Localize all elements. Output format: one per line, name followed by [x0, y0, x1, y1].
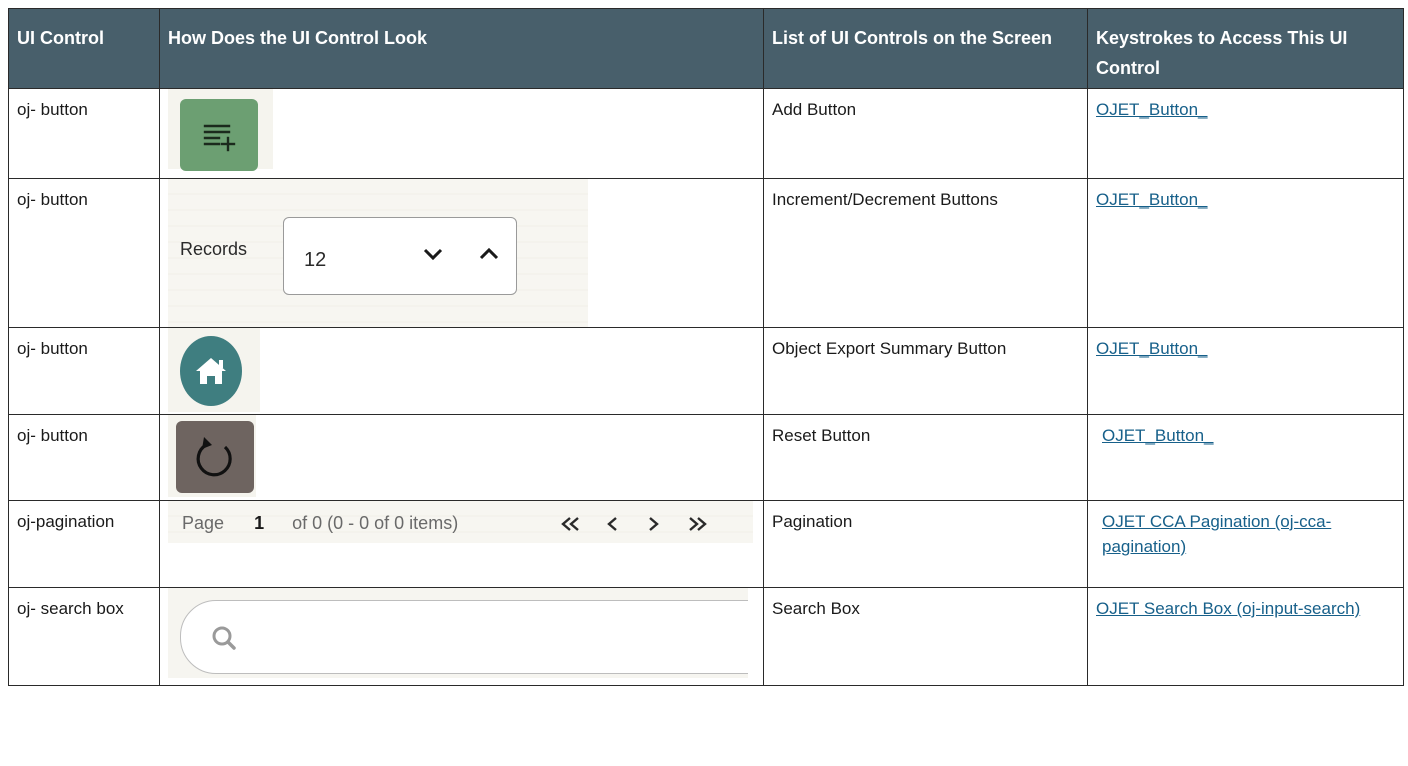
next-page-icon[interactable] — [646, 516, 660, 532]
add-button-snippet — [168, 89, 273, 171]
look-cell — [159, 88, 764, 179]
table-row: oj-pagination Page 1 of 0 (0 - 0 of 0 it… — [8, 500, 1404, 588]
table-row: oj- button Add Button OJET_Button_ — [8, 88, 1404, 179]
control-cell: oj- button — [8, 414, 160, 501]
reset-icon — [196, 437, 232, 477]
control-name-cell: Search Box — [763, 587, 1088, 686]
control-cell: oj- button — [8, 327, 160, 415]
object-export-summary-button[interactable] — [180, 336, 242, 406]
table-row: oj- search box Search Box OJET Search Bo… — [8, 587, 1404, 686]
ojet-button-link[interactable]: OJET_Button_ — [1096, 190, 1208, 209]
control-cell: oj- button — [8, 88, 160, 179]
keystroke-cell: OJET_Button_ — [1087, 88, 1404, 179]
table-row: oj- button Records 12 Increment/Decremen… — [8, 178, 1404, 328]
ui-controls-table: UI Control How Does the UI Control Look … — [8, 8, 1404, 686]
stepper-snippet: Records 12 — [168, 179, 588, 327]
page-summary: of 0 (0 - 0 of 0 items) — [292, 513, 459, 533]
search-input[interactable] — [180, 600, 748, 674]
home-icon — [196, 358, 226, 384]
header-keystrokes: Keystrokes to Access This UI Control — [1087, 8, 1404, 89]
control-name-cell: Pagination — [763, 500, 1088, 588]
records-stepper[interactable]: 12 — [283, 217, 517, 295]
control-name-cell: Reset Button — [763, 414, 1088, 501]
control-name-cell: Object Export Summary Button — [763, 327, 1088, 415]
pagination-text: Page 1 of 0 (0 - 0 of 0 items) — [182, 511, 458, 536]
pagination-snippet: Page 1 of 0 (0 - 0 of 0 items) — [168, 501, 753, 543]
header-row: UI Control How Does the UI Control Look … — [8, 8, 1404, 89]
control-cell: oj- search box — [8, 587, 160, 686]
table-row: oj- button Reset Button OJET_Button_ — [8, 414, 1404, 501]
first-page-icon[interactable] — [560, 516, 582, 532]
keystroke-cell: OJET_Button_ — [1087, 178, 1404, 328]
page-label: Page — [182, 513, 225, 533]
header-list: List of UI Controls on the Screen — [763, 8, 1088, 89]
previous-page-icon[interactable] — [606, 516, 620, 532]
look-cell — [159, 327, 764, 415]
control-cell: oj- button — [8, 178, 160, 328]
reset-button[interactable] — [176, 421, 254, 493]
ojet-pagination-link[interactable]: OJET CCA Pagination (oj-cca-pagination) — [1102, 512, 1331, 556]
keystroke-cell: OJET CCA Pagination (oj-cca-pagination) — [1087, 500, 1404, 588]
look-cell: Page 1 of 0 (0 - 0 of 0 items) — [159, 500, 764, 588]
keystroke-cell: OJET Search Box (oj-input-search) — [1087, 587, 1404, 686]
control-name-cell: Add Button — [763, 88, 1088, 179]
records-label: Records — [180, 239, 248, 259]
table-row: oj- button Object Export Summary Button … — [8, 327, 1404, 415]
ojet-button-link[interactable]: OJET_Button_ — [1096, 100, 1208, 119]
add-button[interactable] — [180, 99, 258, 171]
search-snippet — [168, 588, 748, 678]
ojet-search-box-link[interactable]: OJET Search Box (oj-input-search) — [1096, 599, 1360, 618]
look-cell — [159, 414, 764, 501]
add-list-icon — [203, 124, 236, 152]
chevron-down-icon[interactable] — [422, 246, 444, 262]
home-button-snippet — [168, 328, 260, 412]
ojet-button-link[interactable]: OJET_Button_ — [1102, 426, 1214, 445]
header-ui-control: UI Control — [8, 8, 160, 89]
control-cell: oj-pagination — [8, 500, 160, 588]
ojet-button-link[interactable]: OJET_Button_ — [1096, 339, 1208, 358]
control-name-cell: Increment/Decrement Buttons — [763, 178, 1088, 328]
keystroke-cell: OJET_Button_ — [1087, 327, 1404, 415]
last-page-icon[interactable] — [686, 516, 708, 532]
search-icon — [212, 626, 236, 650]
reset-button-snippet — [168, 415, 256, 497]
page-number-input[interactable]: 1 — [254, 513, 264, 533]
records-value: 12 — [304, 249, 327, 271]
chevron-up-icon[interactable] — [478, 246, 500, 262]
look-cell: Records 12 — [159, 178, 764, 328]
keystroke-cell: OJET_Button_ — [1087, 414, 1404, 501]
header-look: How Does the UI Control Look — [159, 8, 764, 89]
look-cell — [159, 587, 764, 686]
